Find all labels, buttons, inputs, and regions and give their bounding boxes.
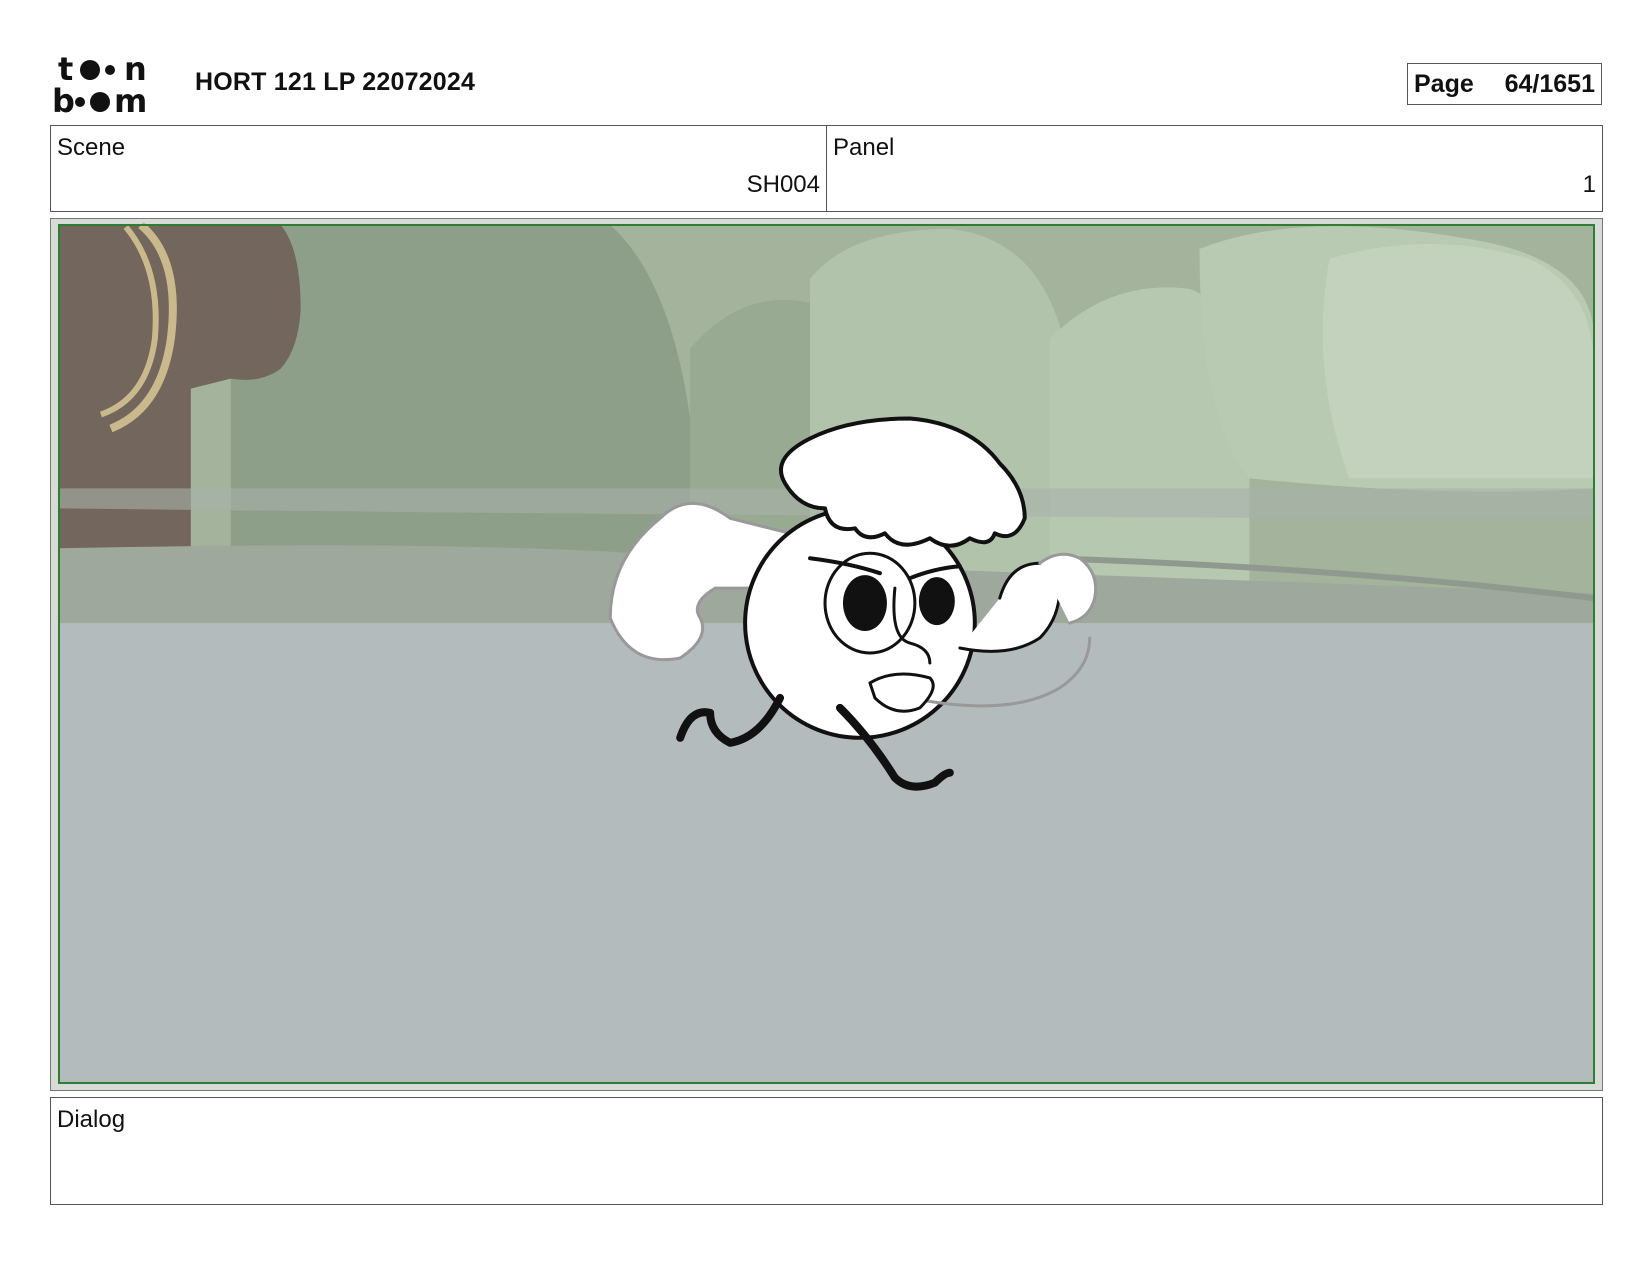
dialog-label: Dialog [57, 1106, 126, 1133]
dialog-box[interactable]: Dialog [50, 1097, 1603, 1205]
page-label: Page [1414, 69, 1474, 98]
panel-label: Panel [833, 134, 895, 161]
page-indicator: Page 64/1651 [1407, 63, 1602, 105]
panel-cell: Panel 1 [826, 126, 1602, 211]
toon-boom-logo-icon: t n b m [52, 50, 172, 120]
storyboard-frame [50, 218, 1603, 1091]
svg-text:b: b [52, 82, 75, 116]
scene-label: Scene [57, 134, 126, 161]
frame-artwork [57, 221, 1596, 1085]
svg-text:m: m [114, 82, 147, 116]
bush-shape [1322, 243, 1595, 479]
scene-cell: Scene SH004 [51, 126, 826, 211]
panel-value: 1 [1582, 171, 1596, 198]
scene-panel-info: Scene SH004 Panel 1 [50, 125, 1603, 212]
scene-value: SH004 [746, 171, 820, 198]
page-number: 64/1651 [1504, 69, 1595, 98]
project-title: HORT 121 LP 22072024 [195, 68, 476, 96]
